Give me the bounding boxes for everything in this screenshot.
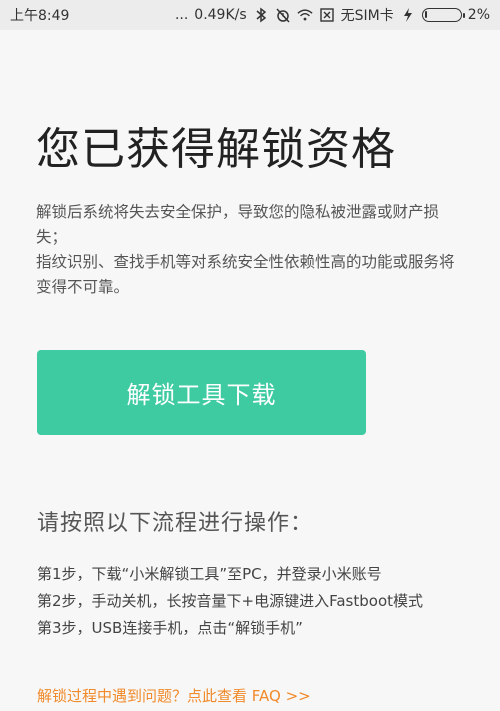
unlock-tool-download-button[interactable]: 解锁工具下载: [37, 350, 366, 435]
page-title: 您已获得解锁资格: [36, 124, 396, 175]
sim-x-icon: [319, 7, 335, 23]
steps-title: 请按照以下流程进行操作：: [37, 511, 314, 536]
warning-line-1: 解锁后系统将失去安全保护，导致您的隐私被泄露或财产损失；: [36, 203, 440, 246]
status-right: ... 0.49K/s 无SIM卡 2%: [175, 5, 490, 25]
step-item-2: 第2步，手动关机，长按音量下+电源键进入Fastboot模式: [37, 592, 424, 610]
battery-fill: [424, 11, 427, 18]
battery-icon: [421, 8, 465, 22]
bluetooth-icon: [253, 7, 269, 23]
warning-text: 解锁后系统将失去安全保护，导致您的隐私被泄露或财产损失； 指纹识别、查找手机等对…: [36, 200, 466, 300]
status-time: 上午8:49: [10, 8, 70, 24]
warning-line-2: 指纹识别、查找手机等对系统安全性依赖性高的功能或服务将变得不可靠。: [36, 253, 455, 296]
faq-link[interactable]: 解锁过程中遇到问题？点此查看 FAQ >>: [37, 685, 311, 706]
charging-icon: [400, 7, 416, 23]
wifi-icon: [297, 7, 313, 23]
status-bar: 上午8:49 ... 0.49K/s 无SIM卡 2%: [0, 0, 500, 30]
step-item-1: 第1步，下载“小米解锁工具”至PC，并登录小米账号: [37, 565, 382, 583]
network-speed: 0.49K/s: [194, 7, 247, 23]
step-item-3: 第3步，USB连接手机，点击“解锁手机”: [37, 619, 303, 637]
status-dots: ...: [174, 7, 189, 23]
alarm-off-icon: [275, 7, 291, 23]
steps-list: 第1步，下载“小米解锁工具”至PC，并登录小米账号 第2步，手动关机，长按音量下…: [37, 561, 477, 642]
battery-tip: [462, 12, 465, 18]
status-left: 上午8:49: [10, 5, 69, 25]
battery-percent: 2%: [467, 7, 490, 23]
sim-status: 无SIM卡: [340, 8, 394, 24]
unlock-info: 您已获得解锁资格 解锁后系统将失去安全保护，导致您的隐私被泄露或财产损失； 指纹…: [36, 118, 466, 300]
